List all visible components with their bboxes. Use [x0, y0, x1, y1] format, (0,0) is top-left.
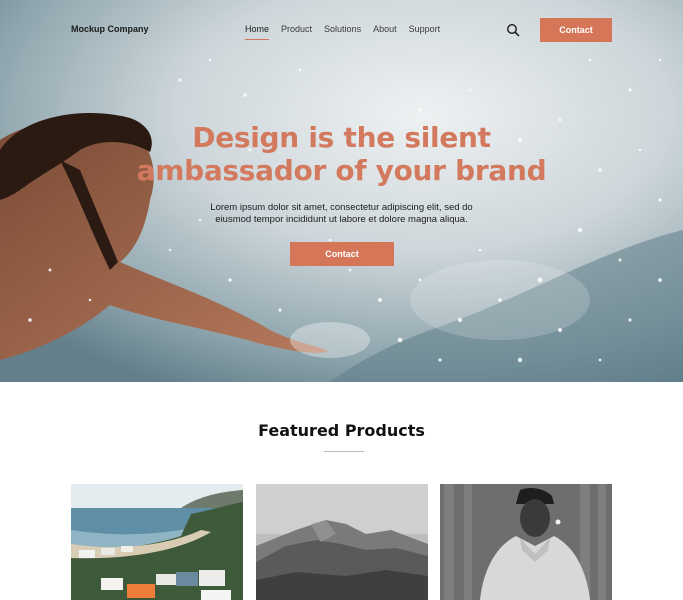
hero-title: Design is the silent ambassador of your …	[0, 121, 683, 187]
hero-title-line-1: Design is the silent	[192, 121, 491, 154]
nav-item-solutions[interactable]: Solutions	[324, 24, 361, 40]
featured-products-heading: Featured Products	[258, 421, 425, 440]
product-card-mountain[interactable]	[256, 484, 428, 600]
hero-subtitle: Lorem ipsum dolor sit amet, consectetur …	[170, 202, 513, 225]
product-card-portrait[interactable]	[440, 484, 612, 600]
product-image-portrait	[440, 484, 612, 600]
section-divider	[324, 451, 364, 452]
hero-subtitle-line-1: Lorem ipsum dolor sit amet, consectetur …	[210, 202, 473, 213]
hero-title-line-2: ambassador of your brand	[136, 154, 547, 187]
nav-item-home[interactable]: Home	[245, 24, 270, 40]
product-card-coast[interactable]	[71, 484, 243, 600]
hero-contact-button[interactable]: Contact	[290, 242, 394, 266]
nav-item-support[interactable]: Support	[409, 24, 441, 40]
product-image-coast	[71, 484, 243, 600]
hero-subtitle-line-2: eiusmod tempor incididunt ut labore et d…	[215, 213, 468, 225]
nav-item-about[interactable]: About	[373, 24, 397, 40]
search-icon[interactable]	[506, 23, 520, 37]
nav-contact-button[interactable]: Contact	[540, 18, 612, 42]
main-menu: Home Product Solutions About Support	[245, 24, 452, 40]
brand-logo[interactable]: Mockup Company	[71, 24, 149, 34]
nav-item-product[interactable]: Product	[281, 24, 312, 40]
hero-section: Mockup Company Home Product Solutions Ab…	[0, 0, 683, 382]
top-nav: Mockup Company Home Product Solutions Ab…	[0, 0, 683, 60]
product-image-mountain	[256, 484, 428, 600]
